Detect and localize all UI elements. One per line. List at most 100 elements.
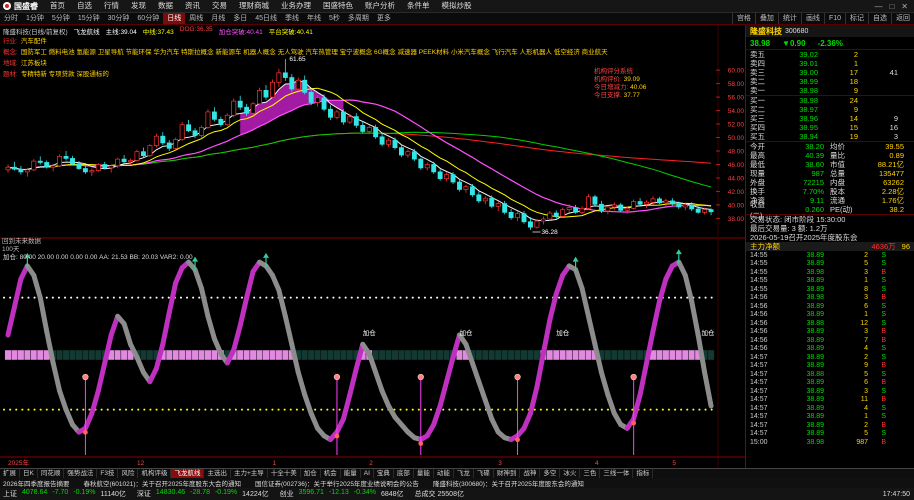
menu-item[interactable]: 业务办理 [275,0,317,12]
news-item[interactable]: 春秋航空(601021)：关于召开2025年度股东大会的通知 [83,478,240,488]
tick-row: 14:56 38.98 3 B [746,294,914,303]
indicator-tab[interactable]: 多空 [540,469,561,478]
main-flow-row[interactable]: 主力净额 4636万 96 [746,242,914,251]
tool-button[interactable]: 统计 [777,13,801,24]
indicator-tab[interactable]: 强势战法 [64,469,98,478]
indicator-tab[interactable]: 机构评级 [138,469,172,478]
menu-item[interactable]: 自选 [71,0,98,12]
state-band-block [488,349,496,361]
news-item[interactable]: 隆盛科技(300680)：关于召开2025年度股东会的通知 [433,478,584,488]
indicator-tab[interactable]: 同花顺 [38,469,65,478]
period-tab[interactable]: 日线 [163,13,186,24]
state-band-block [165,349,173,361]
tick-list[interactable]: 14:55 38.89 2 S 14:55 38.89 5 S 14:55 38.98 3 B 14:5… [746,251,914,447]
close-icon[interactable] [901,2,908,11]
maximize-icon[interactable] [889,2,894,11]
indicator-tab[interactable]: 能量 [341,469,361,478]
tick-price: 38.89 [806,362,824,370]
order-book-price[interactable]: 39.01 [778,59,818,68]
period-tab[interactable]: 5秒 [325,13,344,24]
menu-item[interactable]: 首页 [44,0,71,12]
period-tab[interactable]: 多周期 [344,13,373,24]
tick-direction: S [881,285,886,293]
period-tab[interactable]: 年线 [303,13,325,24]
indicator-tab[interactable]: 量能 [414,469,434,478]
period-tab[interactable]: 周线 [185,13,207,24]
menu-item[interactable]: 国盛特色 [317,0,359,12]
order-book-price[interactable]: 38.98 [778,96,818,105]
order-book-price[interactable]: 38.94 [778,132,818,141]
indicator-tab[interactable]: 指标 [633,469,654,478]
indicator-tab[interactable]: 冰火 [560,469,581,478]
indicator-tab[interactable]: 宝典 [374,469,394,478]
index-name[interactable]: 创业 [280,489,294,499]
tick-price: 38.89 [806,311,824,319]
tool-button[interactable]: 叠加 [754,13,778,24]
period-tab[interactable]: 分时 [0,13,22,24]
tool-button[interactable]: 返回 [891,13,914,24]
period-tab[interactable]: 多日 [229,13,251,24]
period-tab[interactable]: 45日线 [251,13,281,24]
tool-button[interactable]: 自选 [868,13,891,24]
order-book-price[interactable]: 38.96 [778,114,818,123]
indicator-tab[interactable]: 主力+主导 [231,469,268,478]
indicator-tab[interactable]: 战神 [520,469,541,478]
indicator-tab[interactable]: 底部 [394,469,414,478]
indicator-tab[interactable]: 财神到 [494,469,521,478]
tool-button[interactable]: 画线 [800,13,824,24]
menu-item[interactable]: 行情 [98,0,125,12]
order-book-price[interactable]: 39.00 [778,68,818,77]
period-tab[interactable]: 月线 [207,13,229,24]
indicator-tab[interactable]: 三线一体 [600,469,634,478]
tick-price: 38.89 [806,379,824,387]
indicator-tab[interactable]: 十全十美 [268,469,301,478]
minimize-icon[interactable] [874,2,882,11]
order-book-price[interactable]: 39.02 [778,50,818,59]
order-book-price[interactable]: 38.99 [778,77,818,86]
tool-button[interactable]: 标记 [845,13,868,24]
chart-header-item: 加仓突破:40.41 [218,29,263,36]
index-name[interactable]: 深证 [137,489,151,499]
menu-item[interactable]: 模拟炒股 [436,0,478,12]
indicator-tab[interactable]: 机会 [321,469,341,478]
menu-item[interactable]: 交易 [206,0,233,12]
period-tab[interactable]: 更多 [373,13,395,24]
state-band-block [346,349,354,361]
menu-item[interactable]: 理财商城 [233,0,275,12]
indicator-tab[interactable]: 飞龙 [454,469,474,478]
period-tab[interactable]: 60分钟 [133,13,163,24]
indicator-tab[interactable]: 风险 [118,469,139,478]
kline-chart-panel[interactable]: 38.00 40.00 42.00 44.00 46.00 48.00 50.00 52.00… [0,25,745,468]
tick-direction: B [881,336,886,344]
indicator-tab[interactable]: 主选出 [204,469,231,478]
menu-item[interactable]: 数据 [152,0,179,12]
indicator-tab[interactable]: 日K [20,469,38,478]
order-book-price[interactable]: 38.98 [778,86,818,95]
menu-item[interactable]: 账户分析 [359,0,401,12]
period-tab[interactable]: 30分钟 [104,13,134,24]
tool-button[interactable]: F10 [823,13,845,24]
indicator-tab[interactable]: 三色 [580,469,601,478]
indicator-tab[interactable]: AI [361,469,374,478]
indicator-tab[interactable]: 飞龙航线 [171,469,205,478]
indicator-tab[interactable]: 扩展 [0,469,20,478]
menu-item[interactable]: 资讯 [179,0,206,12]
indicator-tab[interactable]: 飞碟 [474,469,494,478]
indicator-tab[interactable]: 加仓 [301,469,321,478]
menu-item[interactable]: 发现 [125,0,152,12]
app-logo[interactable]: 国盛睿 [0,1,44,12]
indicator-tab[interactable]: F3技 [97,469,119,478]
period-tab[interactable]: 15分钟 [74,13,104,24]
period-tab[interactable]: 1分钟 [22,13,48,24]
order-book-price[interactable]: 38.97 [778,105,818,114]
news-item[interactable]: 2026年四季度报告摘要 [3,478,69,488]
period-tab[interactable]: 季线 [281,13,303,24]
candle [141,151,146,157]
menu-item[interactable]: 条件单 [401,0,436,12]
order-book-price[interactable]: 38.95 [778,123,818,132]
tool-button[interactable]: 宫格 [731,13,755,24]
news-item[interactable]: 国信证券(002736)：关于举行2025年度业绩说明会的公告 [255,478,419,488]
indicator-tab[interactable]: 动能 [434,469,454,478]
index-name[interactable]: 上证 [3,489,17,499]
period-tab[interactable]: 5分钟 [48,13,74,24]
